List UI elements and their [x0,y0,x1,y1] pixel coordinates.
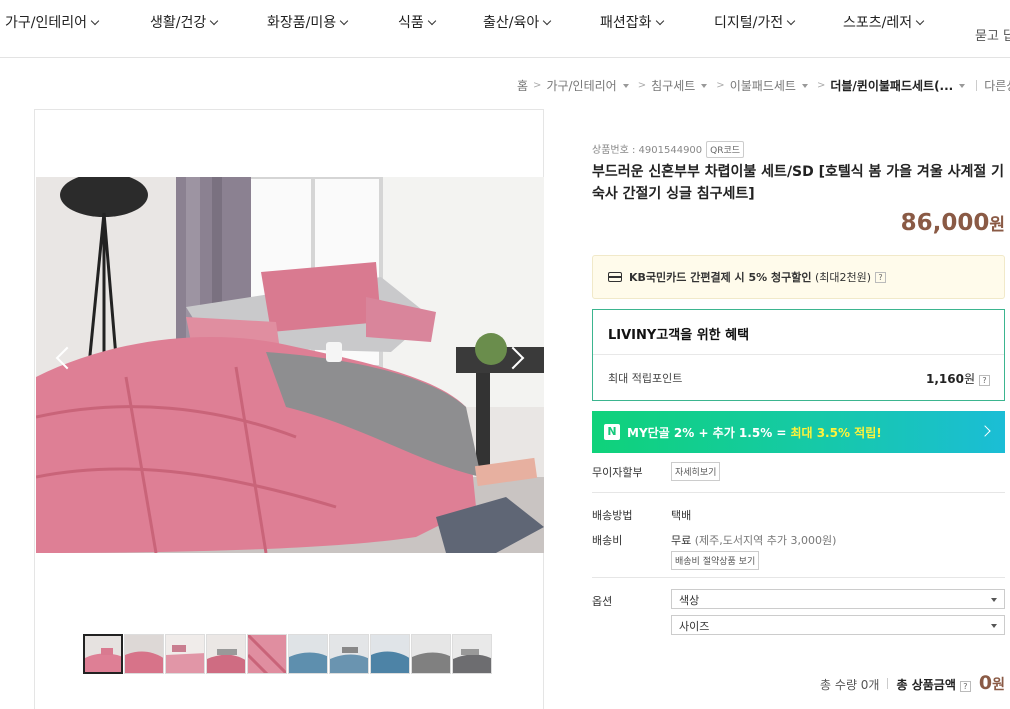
breadcrumb-level1[interactable]: 가구/인테리어 [546,77,616,94]
size-select[interactable]: 사이즈 [671,615,1005,635]
chevron-down-icon [915,16,925,26]
breadcrumb: 홈 > 가구/인테리어 > 침구세트 > 이불패드세트 > 더블/퀸이불패드세트… [517,77,1010,94]
benefit-label: 최대 적립포인트 [608,372,683,385]
breadcrumb-level2[interactable]: 침구세트 [651,77,695,94]
shipping-fee-label: 배송비 [592,534,623,547]
product-info: 상품번호 : 4901544900 QR코드 부드러운 신혼부부 차렵이불 세트/… [544,109,1010,699]
top-nav: 가구/인테리어 생활/건강 화장품/미용 식품 출산/육아 패션잡화 디지털/가… [0,0,1010,58]
caret-down-icon [991,598,997,602]
product-price: 86,000원 [900,210,1005,236]
nav-item-living[interactable]: 생활/건강 [150,12,219,32]
product-title: 부드러운 신혼부부 차렵이불 세트/SD [호텔식 봄 가을 겨울 사계절 기숙… [592,164,1004,202]
thumbnail-strip [83,634,492,674]
help-icon[interactable]: ? [979,375,990,386]
nav-item-beauty[interactable]: 화장품/미용 [267,12,349,32]
thumbnail-7[interactable] [329,634,369,674]
shipping-fee-value: 무료 (제주,도서지역 추가 3,000원) [671,534,837,547]
nav-item-sports[interactable]: 스포츠/레저 [843,12,925,32]
product-code: 상품번호 : 4901544900 QR코드 [592,141,745,158]
thumbnail-10[interactable] [452,634,492,674]
shipping-save-button[interactable]: 배송비 절약상품 보기 [671,551,760,570]
total-summary: 총 수량 0개 총 상품금액 ? 0원 [820,672,1005,694]
nav-item-digital[interactable]: 디지털/가전 [714,12,796,32]
caret-down-icon[interactable] [701,83,708,88]
installment-label: 무이자할부 [592,466,643,479]
breadcrumb-other[interactable]: 다른상 [984,77,1010,94]
caret-down-icon [991,624,997,628]
help-icon[interactable]: ? [959,681,971,692]
color-select[interactable]: 색상 [671,589,1005,609]
thumbnail-1[interactable] [83,634,123,674]
naver-n-icon: N [604,424,620,440]
total-quantity: 총 수량 0개 [820,678,880,692]
chevron-down-icon [90,16,100,26]
thumbnail-6[interactable] [288,634,328,674]
nav-item-food[interactable]: 식품 [398,12,437,32]
thumbnail-5[interactable] [247,634,287,674]
product-gallery [34,109,544,709]
shipping-method-value: 택배 [671,509,692,522]
chevron-down-icon [339,16,349,26]
benefit-title: LIVINY고객을 위한 혜택 [608,328,750,343]
chevron-right-icon [979,425,991,437]
bedroom-photo [36,177,544,553]
total-amount: 0원 [978,672,1005,694]
thumbnail-2[interactable] [124,634,164,674]
nav-item-fashion[interactable]: 패션잡화 [600,12,664,32]
caret-down-icon[interactable] [959,83,966,88]
breadcrumb-current[interactable]: 더블/퀸이불패드세트(... [830,77,953,94]
benefit-box: LIVINY고객을 위한 혜택 최대 적립포인트 1,160원? [592,309,1005,401]
credit-card-icon [608,272,622,282]
thumbnail-8[interactable] [370,634,410,674]
qr-code-button[interactable]: QR코드 [706,141,745,158]
option-label: 옵션 [592,595,613,608]
installment-detail-button[interactable]: 자세히보기 [671,462,721,481]
chevron-down-icon [210,16,219,26]
caret-down-icon[interactable] [801,83,808,88]
nav-qna-link[interactable]: 묻고 답 [975,25,1010,44]
help-icon[interactable]: ? [875,271,887,283]
breadcrumb-level3[interactable]: 이불패드세트 [730,77,796,94]
chevron-down-icon [427,16,437,26]
chevron-down-icon [543,16,552,26]
nav-item-furniture[interactable]: 가구/인테리어 [5,12,100,32]
my-dangol-promo-banner[interactable]: N MY단골 2% + 추가 1.5% = 최대 3.5% 적립! [592,411,1005,453]
chevron-down-icon [786,16,796,26]
card-discount-banner: KB국민카드 간편결제 시 5% 청구할인 (최대2천원) ? [592,255,1005,299]
benefit-points: 1,160원? [926,370,990,387]
caret-down-icon[interactable] [622,83,629,88]
chevron-down-icon [655,16,664,26]
shipping-method-label: 배송방법 [592,509,633,522]
nav-item-baby[interactable]: 출산/육아 [483,12,552,32]
thumbnail-3[interactable] [165,634,205,674]
thumbnail-9[interactable] [411,634,451,674]
thumbnail-4[interactable] [206,634,246,674]
total-label: 총 상품금액 [896,678,956,692]
breadcrumb-home[interactable]: 홈 [517,77,528,94]
product-main-image [36,177,544,553]
